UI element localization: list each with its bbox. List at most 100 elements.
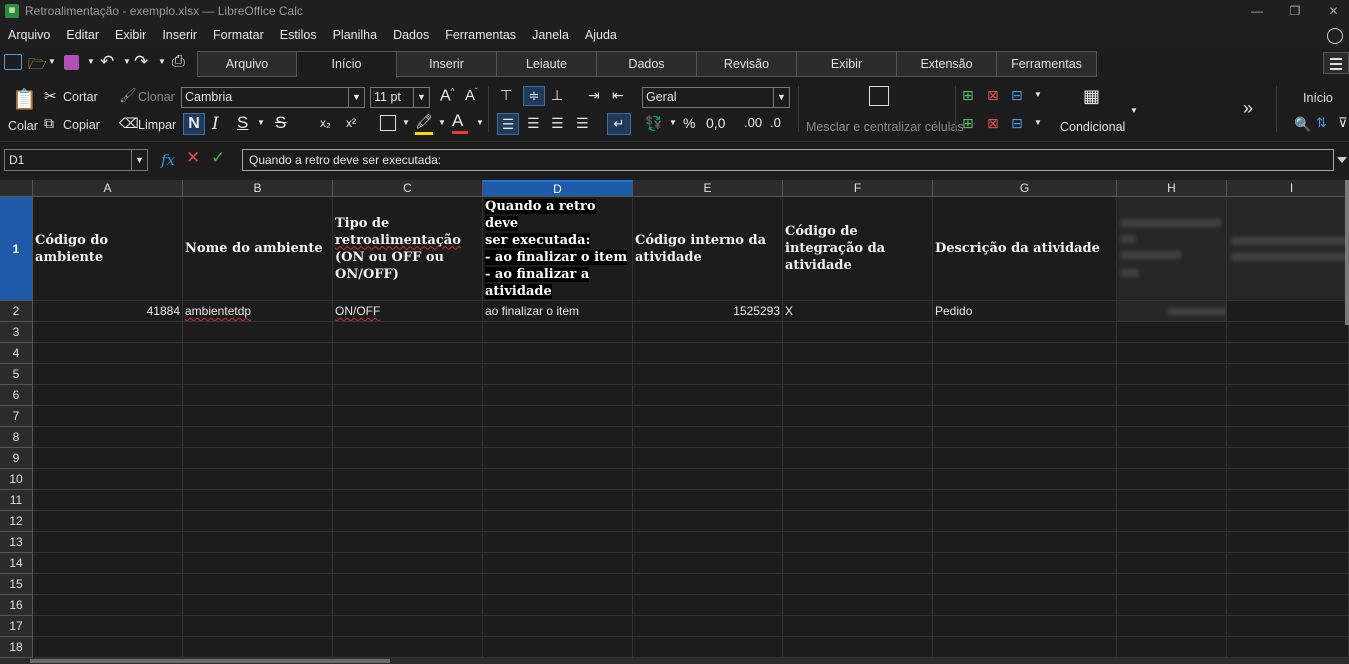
open-folder-icon[interactable]: 🗁 (28, 54, 47, 79)
decrease-indent-icon[interactable]: ⇤ (612, 87, 624, 104)
cell-c6[interactable] (333, 385, 483, 406)
row-header-5[interactable]: 5 (0, 364, 33, 385)
cell-a10[interactable] (33, 469, 183, 490)
column-header-c[interactable]: C (333, 180, 483, 197)
cell-e9[interactable] (633, 448, 783, 469)
cell-a11[interactable] (33, 490, 183, 511)
chevron-down-icon[interactable]: ▼ (1130, 106, 1138, 115)
cell-b6[interactable] (183, 385, 333, 406)
cell-h17[interactable] (1117, 616, 1227, 637)
cell-c3[interactable] (333, 322, 483, 343)
cell-f8[interactable] (783, 427, 933, 448)
cell-i11[interactable] (1227, 490, 1349, 511)
cell-i2[interactable] (1227, 301, 1349, 322)
select-all-corner[interactable] (0, 180, 33, 197)
filter-icon[interactable]: ⊽ (1338, 115, 1348, 131)
paste-button[interactable]: Colar (8, 119, 38, 133)
cell-i10[interactable] (1227, 469, 1349, 490)
cell-h6[interactable] (1117, 385, 1227, 406)
cell-a1[interactable]: Código do ambiente (33, 197, 183, 301)
cell-c13[interactable] (333, 532, 483, 553)
cell-a4[interactable] (33, 343, 183, 364)
cell-h4[interactable] (1117, 343, 1227, 364)
cell-a5[interactable] (33, 364, 183, 385)
cell-i13[interactable] (1227, 532, 1349, 553)
cell-b18[interactable] (183, 637, 333, 658)
superscript-button[interactable]: x² (346, 116, 356, 130)
copy-icon[interactable]: ⧉ (44, 115, 54, 132)
cell-f15[interactable] (783, 574, 933, 595)
cell-i6[interactable] (1227, 385, 1349, 406)
cell-b17[interactable] (183, 616, 333, 637)
cell-d7[interactable] (483, 406, 633, 427)
column-header-g[interactable]: G (933, 180, 1117, 197)
merge-center-button[interactable]: Mesclar e centralizar células (806, 120, 964, 134)
cell-d13[interactable] (483, 532, 633, 553)
cell-a15[interactable] (33, 574, 183, 595)
cell-h14[interactable] (1117, 553, 1227, 574)
cell-g2[interactable]: Pedido (933, 301, 1117, 322)
cell-e12[interactable] (633, 511, 783, 532)
cell-i8[interactable] (1227, 427, 1349, 448)
accept-icon[interactable]: ✓ (211, 148, 225, 168)
remove-decimal-button[interactable]: .0 (770, 115, 781, 130)
column-header-f[interactable]: F (783, 180, 933, 197)
tab-arquivo[interactable]: Arquivo (197, 51, 297, 77)
clear-button[interactable]: Limpar (138, 118, 176, 132)
cell-c4[interactable] (333, 343, 483, 364)
cell-g17[interactable] (933, 616, 1117, 637)
cell-i1[interactable] (1227, 197, 1349, 301)
cell-b13[interactable] (183, 532, 333, 553)
cell-c7[interactable] (333, 406, 483, 427)
insert-columns-icon[interactable]: ⊞ (962, 115, 974, 132)
cut-icon[interactable]: ✂ (44, 87, 57, 105)
cell-i7[interactable] (1227, 406, 1349, 427)
delete-columns-icon[interactable]: ⊠ (987, 115, 999, 132)
align-center-icon[interactable]: ☰ (527, 115, 540, 132)
menu-planilha[interactable]: Planilha (325, 22, 385, 48)
row-header-7[interactable]: 7 (0, 406, 33, 427)
row-header-15[interactable]: 15 (0, 574, 33, 595)
cell-h2[interactable] (1117, 301, 1227, 322)
number-format-select[interactable]: Geral ▼ (642, 87, 790, 108)
clear-icon[interactable]: ⌫ (119, 115, 139, 132)
row-header-6[interactable]: 6 (0, 385, 33, 406)
row-header-8[interactable]: 8 (0, 427, 33, 448)
column-header-a[interactable]: A (33, 180, 183, 197)
subscript-button[interactable]: x₂ (320, 116, 331, 130)
cell-a2[interactable]: 41884 (33, 301, 183, 322)
sort-icon[interactable]: ⇅ (1316, 115, 1327, 131)
chevron-down-icon[interactable]: ▼ (413, 88, 429, 107)
cell-d4[interactable] (483, 343, 633, 364)
cell-i4[interactable] (1227, 343, 1349, 364)
chevron-down-icon[interactable]: ▼ (48, 57, 56, 66)
percent-button[interactable]: % (683, 115, 695, 131)
more-options-button[interactable]: » (1243, 98, 1253, 119)
cell-d11[interactable] (483, 490, 633, 511)
add-decimal-button[interactable]: .00 (744, 115, 762, 130)
cell-i9[interactable] (1227, 448, 1349, 469)
cell-g6[interactable] (933, 385, 1117, 406)
chevron-down-icon[interactable]: ▼ (773, 88, 789, 107)
print-icon[interactable]: ⎙ (172, 53, 185, 71)
column-header-b[interactable]: B (183, 180, 333, 197)
cell-b2[interactable]: ambientetdp (183, 301, 333, 322)
conditional-button[interactable]: Condicional (1060, 120, 1125, 134)
column-options-icon[interactable]: ⊟ (1011, 115, 1023, 132)
cell-f2[interactable]: X (783, 301, 933, 322)
cell-e14[interactable] (633, 553, 783, 574)
cell-i12[interactable] (1227, 511, 1349, 532)
clone-button[interactable]: Clonar (138, 90, 175, 104)
cell-b7[interactable] (183, 406, 333, 427)
restore-icon[interactable]: ❐ (1272, 0, 1318, 22)
cell-d15[interactable] (483, 574, 633, 595)
scrollbar-thumb[interactable] (30, 659, 390, 663)
cell-g10[interactable] (933, 469, 1117, 490)
cell-e4[interactable] (633, 343, 783, 364)
cell-e5[interactable] (633, 364, 783, 385)
menu-ferramentas[interactable]: Ferramentas (437, 22, 524, 48)
cell-a7[interactable] (33, 406, 183, 427)
cell-g1[interactable]: Descrição da atividade (933, 197, 1117, 301)
row-header-13[interactable]: 13 (0, 532, 33, 553)
horizontal-scrollbar[interactable] (0, 658, 1349, 664)
